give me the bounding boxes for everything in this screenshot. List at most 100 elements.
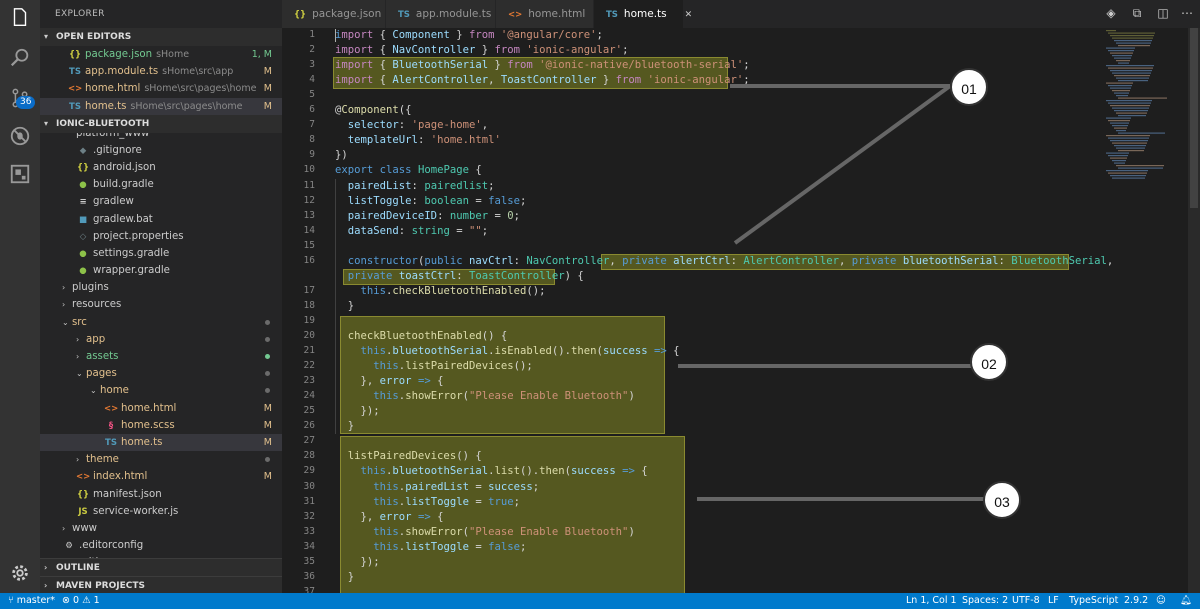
tree-item[interactable]: ● wrapper.gradle [40,262,282,279]
code-line[interactable]: this.checkBluetoothEnabled(); [335,284,546,298]
problems-indicator[interactable]: ⊗ 0 ⚠ 1 [62,593,100,609]
code-line[interactable]: }) [335,148,348,162]
tab-home-html[interactable]: <> home.html [496,0,594,28]
code-line[interactable]: listPairedDevices() { [335,449,482,463]
code-line[interactable]: this.bluetoothSerial.list().then(success… [335,464,648,478]
code-line[interactable]: this.listToggle = false; [335,540,526,554]
tree-item[interactable]: › app [40,331,282,348]
search-icon[interactable] [0,40,40,76]
tree-item[interactable]: ⌄ pages [40,365,282,382]
tree-item[interactable]: TS home.ts M [40,433,282,452]
code-line[interactable]: }); [335,555,380,569]
tree-item[interactable]: › resources [40,296,282,313]
settings-gear-icon[interactable] [0,555,40,591]
tree-item[interactable]: ⌄ home [40,382,282,399]
more-actions-icon[interactable]: ⋯ [1180,6,1194,20]
split-editor-icon[interactable]: ◫ [1156,6,1170,20]
git-compare-icon[interactable]: ◈ [1104,6,1118,20]
code-line[interactable]: } [335,299,354,313]
tree-item[interactable]: <> home.html M [40,400,282,417]
branch-indicator[interactable]: ⑂ master* [8,593,55,609]
tab-app-module-ts[interactable]: TS app.module.ts [386,0,496,28]
code-line[interactable]: import { NavController } from 'ionic-ang… [335,43,628,57]
warning-icon: ⚠ [82,595,94,606]
outline-header[interactable]: › OUTLINE [40,558,282,576]
tab-home-ts[interactable]: TS home.ts ✕ [594,0,692,28]
tree-item[interactable]: ⚙ .editorconfig [40,537,282,554]
feedback-icon[interactable]: ☺ [1156,593,1166,609]
code-line[interactable]: private toastCtrl: ToastController) { [335,269,584,283]
callout-01: 01 [950,68,988,106]
code-line[interactable]: import { Component } from '@angular/core… [335,28,603,42]
code-line[interactable]: export class HomePage { [335,163,482,177]
ts-version[interactable]: 2.9.2 [1124,593,1148,609]
tree-item[interactable]: › www [40,520,282,537]
open-editor-item[interactable]: TS home.ts sHome\src\pages\home M [40,97,282,115]
language-mode[interactable]: TypeScript [1069,593,1118,609]
tree-item[interactable]: {} android.json [40,159,282,176]
files-icon[interactable] [0,0,40,36]
code-line[interactable]: import { AlertController, ToastControlle… [335,73,750,87]
code-line[interactable]: this.showError("Please Enable Bluetooth"… [335,525,635,539]
line-ending[interactable]: LF [1048,593,1059,609]
extensions-icon[interactable] [0,156,40,192]
cursor-position[interactable]: Ln 1, Col 1 [906,593,957,609]
tree-item[interactable]: § home.scss M [40,417,282,434]
code-line[interactable]: selector: 'page-home', [335,118,488,132]
code-line[interactable]: this.pairedList = success; [335,480,539,494]
tree-item[interactable]: ⌄ src [40,314,282,331]
open-preview-icon[interactable]: ⧉ [1130,6,1144,20]
maven-header[interactable]: › MAVEN PROJECTS [40,576,282,593]
code-line[interactable]: this.listToggle = true; [335,495,520,509]
open-editor-item[interactable]: {} package.json sHome 1, M [40,46,282,63]
code-line[interactable]: this.listPairedDevices(); [335,359,532,373]
bell-icon[interactable]: 🔔︎ [1180,593,1192,609]
tree-item[interactable]: platform_www [40,133,282,142]
close-icon[interactable]: ✕ [685,10,693,20]
code-line[interactable]: pairedList: pairedlist; [335,179,495,193]
code-line[interactable]: listToggle: boolean = false; [335,194,527,208]
typescript-file-icon: TS [69,67,81,78]
code-line[interactable]: } [335,570,354,584]
code-line[interactable]: import { BluetoothSerial } from '@ionic-… [335,58,750,72]
tree-item[interactable]: <> index.html M [40,468,282,485]
code-line[interactable]: }); [335,404,380,418]
vertical-scrollbar[interactable] [1188,28,1200,593]
code-line[interactable]: dataSend: string = ""; [335,224,488,238]
code-line[interactable]: constructor(public navCtrl: NavControlle… [335,254,1114,268]
tree-item[interactable]: › plugins [40,279,282,296]
code-line[interactable]: }, error => { [335,374,444,388]
code-line[interactable]: checkBluetoothEnabled() { [335,329,507,343]
tree-item[interactable]: › assets [40,348,282,365]
code-line[interactable]: templateUrl: 'home.html' [335,133,501,147]
encoding[interactable]: UTF-8 [1012,593,1040,609]
code-line[interactable]: @Component({ [335,103,412,117]
tree-item[interactable]: ■ gradlew.bat [40,211,282,228]
tree-item[interactable]: ◇ project.properties [40,228,282,245]
tree-item[interactable]: ◆ .gitignore [40,142,282,159]
tree-item[interactable]: ≡ gradlew [40,193,282,210]
line-number: 24 [303,390,315,402]
minimap-line [1108,85,1132,87]
tree-item[interactable]: ● settings.gradle [40,245,282,262]
project-header[interactable]: ▾ IONIC-BLUETOOTH [40,114,282,133]
open-editor-item[interactable]: <> home.html sHome\src\pages\home M [40,80,282,97]
code-line[interactable]: pairedDeviceID: number = 0; [335,209,520,223]
code-line[interactable]: this.showError("Please Enable Bluetooth"… [335,389,635,403]
code-editor[interactable]: 1 import { Component } from '@angular/cor… [282,28,1200,593]
open-editors-header[interactable]: ▾ OPEN EDITORS [40,28,282,46]
indentation[interactable]: Spaces: 2 [962,593,1008,609]
minimap[interactable] [1104,28,1200,593]
tree-item[interactable]: › theme [40,451,282,468]
tree-item[interactable]: JS service-worker.js [40,503,282,520]
minimap-line [1114,40,1152,42]
scrollbar-thumb[interactable] [1190,28,1198,208]
tab-package-json[interactable]: {} package.json [282,0,386,28]
code-line[interactable]: }, error => { [335,510,444,524]
tree-item[interactable]: {} manifest.json [40,486,282,503]
tree-item[interactable]: ● build.gradle [40,176,282,193]
code-line[interactable]: } [335,419,354,433]
debug-icon[interactable] [0,118,40,154]
open-editor-item[interactable]: TS app.module.ts sHome\src\app M [40,63,282,80]
code-line[interactable]: this.bluetoothSerial.isEnabled().then(su… [335,344,680,358]
